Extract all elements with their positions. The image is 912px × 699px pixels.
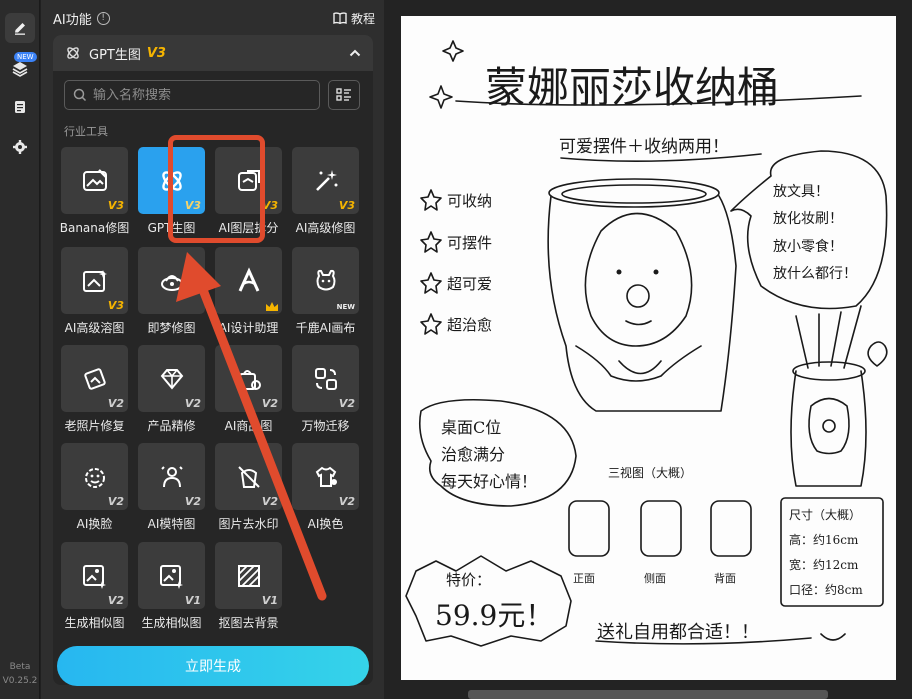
annotation-arrow xyxy=(176,252,327,601)
